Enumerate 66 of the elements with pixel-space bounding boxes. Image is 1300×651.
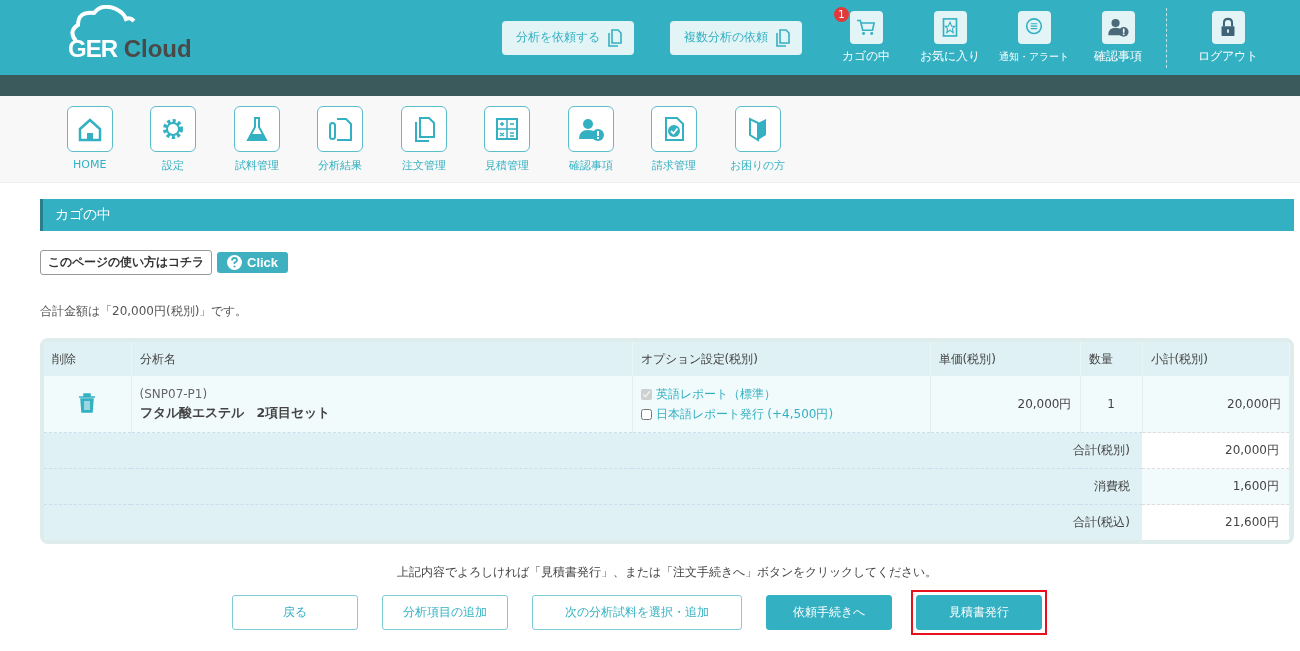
user-alert-icon[interactable] [1101, 10, 1135, 44]
summary-label: 消費税 [44, 468, 1142, 505]
summary-value: 21,600円 [1142, 504, 1290, 540]
action-button[interactable]: 戻る [232, 595, 358, 630]
logo-text: GER [68, 34, 117, 63]
lock-icon[interactable] [1211, 10, 1245, 44]
test-tube-document-icon[interactable] [317, 106, 364, 152]
nav-link[interactable]: お困りの方 [730, 158, 786, 173]
instruction-text: 上記内容でよろしければ「見積書発行」、または「注文手続きへ」ボタンをクリックしてください。 [396, 564, 938, 581]
table-cell: 1 [1080, 376, 1142, 433]
flask-icon[interactable] [233, 106, 280, 152]
action-button[interactable]: 依頼手続きへ [766, 595, 892, 630]
settings-icon[interactable] [150, 106, 197, 152]
analysis-name: フタル酸エステル 2項目セット [139, 404, 332, 422]
action-button[interactable]: 見積書発行 [916, 595, 1042, 630]
page-title: カゴの中 [40, 199, 1294, 231]
column-header: 小計(税別) [1142, 342, 1290, 376]
star-book-icon[interactable] [933, 10, 967, 44]
column-header: 分析名 [131, 342, 632, 376]
table-cell: 20,000円 [1142, 376, 1290, 433]
speech-bubble-icon[interactable] [1017, 10, 1051, 44]
action-button[interactable]: 次の分析試料を選択・追加 [532, 595, 742, 630]
nav-link[interactable]: HOME [73, 158, 107, 171]
table-cell: 20,000円 [930, 376, 1080, 433]
nav-link[interactable]: 分析結果 [318, 158, 363, 173]
option-label[interactable]: 日本語レポート発行 (+4,500円) [655, 405, 834, 423]
beginner-mark-icon[interactable] [734, 106, 781, 152]
check-document-icon[interactable] [651, 106, 698, 152]
documents-icon [608, 28, 622, 47]
analysis-code: (SNP07-P1) [139, 386, 209, 401]
option-checkbox[interactable] [640, 408, 652, 420]
nav-link[interactable]: 試料管理 [234, 158, 279, 173]
column-header: 削除 [44, 342, 131, 376]
count-badge: 1 [834, 6, 849, 22]
help-label: このページの使い方はコチラ [40, 250, 212, 275]
nav-link[interactable]: 確認事項 [568, 158, 613, 173]
header-link[interactable]: 通知・アラート [999, 49, 1069, 64]
header-link[interactable]: お気に入り [920, 47, 980, 65]
summary-value: 1,600円 [1142, 468, 1290, 505]
total-text: 合計金額は「20,000円(税別)」です。 [40, 303, 249, 320]
documents-icon [776, 28, 790, 47]
nav-link[interactable]: 請求管理 [652, 158, 697, 173]
summary-value: 20,000円 [1142, 432, 1290, 469]
nav-link[interactable]: 見積管理 [485, 158, 530, 173]
trash-icon[interactable] [78, 392, 97, 413]
nav-link[interactable]: 設定 [162, 158, 185, 173]
question-icon [227, 255, 242, 270]
cart-icon[interactable] [849, 10, 883, 44]
summary-label: 合計(税込) [44, 504, 1142, 540]
header-link[interactable]: カゴの中 [842, 47, 890, 65]
request-button[interactable]: 分析を依頼する [502, 20, 634, 55]
column-header: 数量 [1080, 342, 1142, 376]
calculator-icon[interactable] [484, 106, 531, 152]
nav-link[interactable]: 注文管理 [401, 158, 446, 173]
documents-icon[interactable] [400, 106, 447, 152]
logo-text: Cloud [122, 34, 192, 63]
request-button[interactable]: 複数分析の依頼 [670, 20, 802, 55]
user-alert-icon[interactable] [567, 106, 614, 152]
header-link[interactable]: 確認事項 [1094, 47, 1142, 65]
help-button[interactable]: Click [217, 252, 289, 273]
column-header: オプション設定(税別) [632, 342, 930, 376]
logout-link[interactable]: ログアウト [1198, 47, 1258, 65]
home-icon[interactable] [66, 106, 113, 152]
summary-label: 合計(税別) [44, 432, 1142, 469]
column-header: 単価(税別) [930, 342, 1080, 376]
action-button[interactable]: 分析項目の追加 [382, 595, 508, 630]
